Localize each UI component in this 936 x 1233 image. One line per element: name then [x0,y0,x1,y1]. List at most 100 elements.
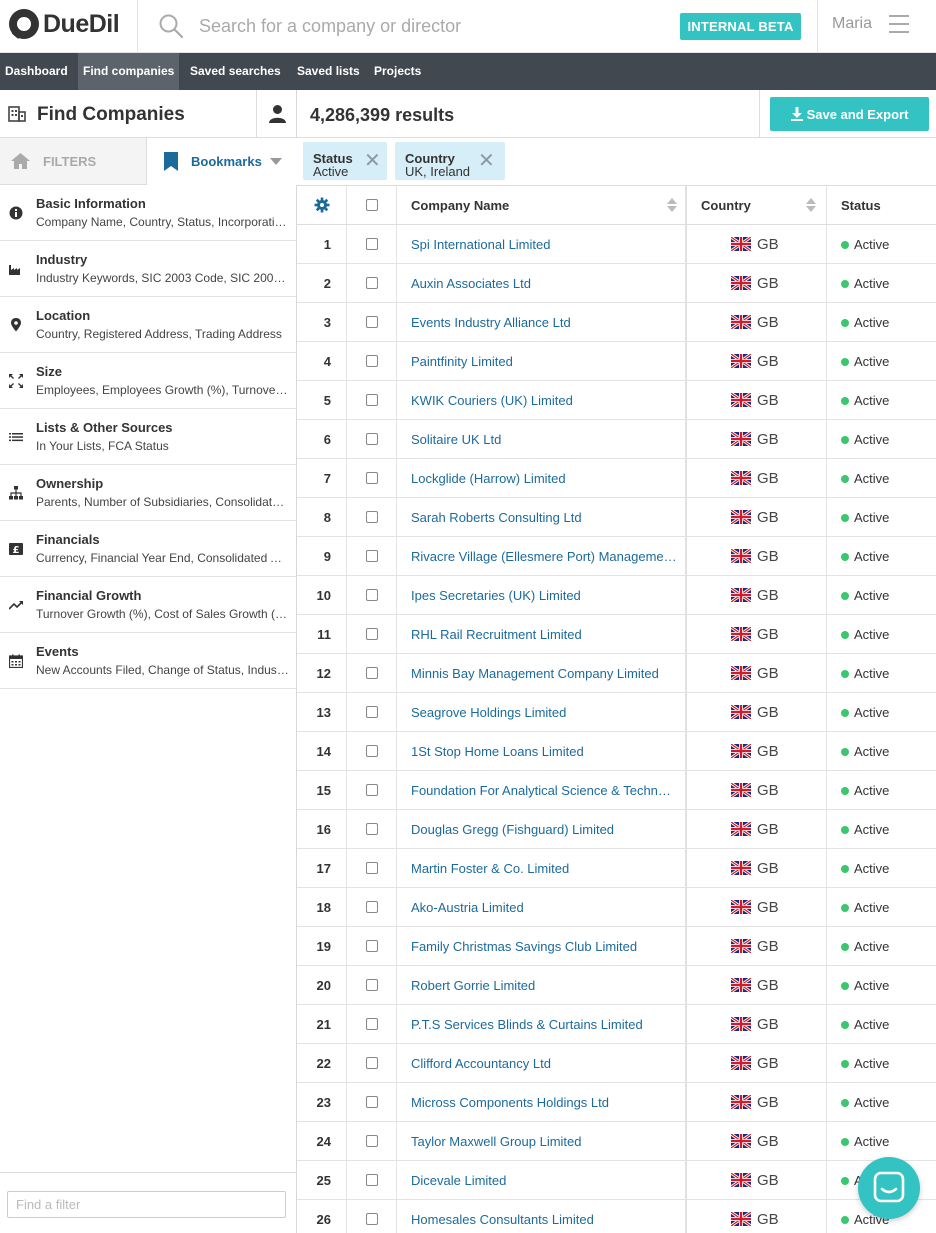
chevron-down-icon[interactable] [270,158,282,165]
filter-category[interactable]: Ownership Parents, Number of Subsidiaries… [0,465,296,521]
table-row[interactable]: 25Dicevale LimitedGBActive [297,1161,936,1200]
status-header[interactable]: Status [827,186,936,224]
filter-category[interactable]: Size Employees, Employees Growth (%), Tur… [0,353,296,409]
table-row[interactable]: 20 Robert Gorrie Limited GB Active [297,966,936,1005]
company-name-link[interactable]: Micross Components Holdings Ltd [411,1095,677,1110]
hamburger-menu-icon[interactable] [889,15,909,33]
company-name-link[interactable]: Douglas Gregg (Fishguard) Limited [411,822,677,837]
row-checkbox[interactable] [366,979,378,991]
row-checkbox[interactable] [366,589,378,601]
row-checkbox[interactable] [366,355,378,367]
table-row[interactable]: 18 Ako-Austria Limited GB Active [297,888,936,927]
company-name-link[interactable]: Solitaire UK Ltd [411,432,677,447]
sort-icon[interactable] [667,197,677,213]
table-row[interactable]: 6 Solitaire UK Ltd GB Active [297,420,936,459]
find-filter-input[interactable] [7,1191,286,1218]
close-icon[interactable]: ✕ [478,151,495,171]
nav-projects[interactable]: Projects [369,53,426,90]
company-name-link[interactable]: Clifford Accountancy Ltd [411,1056,677,1071]
company-name-link[interactable]: Foundation For Analytical Science & Tech… [411,783,677,798]
company-name-link[interactable]: Spi International Limited [411,237,677,252]
row-checkbox[interactable] [366,238,378,250]
row-checkbox[interactable] [366,472,378,484]
user-name[interactable]: Maria [832,15,872,33]
row-checkbox[interactable] [366,745,378,757]
company-name-link[interactable]: Robert Gorrie Limited [411,978,677,993]
nav-dashboard[interactable]: Dashboard [0,53,73,90]
table-row[interactable]: 21 P.T.S Services Blinds & Curtains Limit… [297,1005,936,1044]
row-checkbox[interactable] [366,940,378,952]
company-name-link[interactable]: Ipes Secretaries (UK) Limited [411,588,677,603]
company-name-link[interactable]: Sarah Roberts Consulting Ltd [411,510,677,525]
row-checkbox[interactable] [366,901,378,913]
company-name-link[interactable]: Martin Foster & Co. Limited [411,861,677,876]
row-checkbox[interactable] [366,1096,378,1108]
company-name-link[interactable]: P.T.S Services Blinds & Curtains Limited [411,1017,677,1032]
row-checkbox[interactable] [366,394,378,406]
company-name-header[interactable]: Company Name [397,186,687,224]
row-checkbox[interactable] [366,433,378,445]
row-checkbox[interactable] [366,1213,378,1225]
company-name-link[interactable]: Homesales Consultants Limited [411,1212,677,1227]
row-checkbox[interactable] [366,1135,378,1147]
row-checkbox[interactable] [366,1018,378,1030]
table-row[interactable]: 2 Auxin Associates Ltd GB Active [297,264,936,303]
table-row[interactable]: 19 Family Christmas Savings Club Limited G… [297,927,936,966]
duedil-logo[interactable]: DueDil [9,9,120,39]
table-row[interactable]: 12 Minnis Bay Management Company Limited G… [297,654,936,693]
table-row[interactable]: 3 Events Industry Alliance Ltd GB Active [297,303,936,342]
search-input[interactable] [199,12,639,40]
company-name-link[interactable]: RHL Rail Recruitment Limited [411,627,677,642]
table-row[interactable]: 22 Clifford Accountancy Ltd GB Active [297,1044,936,1083]
company-name-link[interactable]: Family Christmas Savings Club Limited [411,939,677,954]
company-name-link[interactable]: Rivacre Village (Ellesmere Port) Managem… [411,549,677,564]
filter-category[interactable]: Financial Growth Turnover Growth (%), Cos… [0,577,296,633]
row-checkbox[interactable] [366,277,378,289]
nav-saved-searches[interactable]: Saved searches [185,53,286,90]
save-and-export-button[interactable]: Save and Export [770,97,929,131]
row-checkbox[interactable] [366,862,378,874]
table-row[interactable]: 26 Homesales Consultants Limited GB Active [297,1200,936,1233]
company-name-link[interactable]: Paintfinity Limited [411,354,677,369]
filter-category[interactable]: £ Financials Currency, Financial Year End,… [0,521,296,577]
row-checkbox[interactable] [366,628,378,640]
table-row[interactable]: 17 Martin Foster & Co. Limited GB Active [297,849,936,888]
table-row[interactable]: 15 Foundation For Analytical Science & Te… [297,771,936,810]
table-row[interactable]: 5 KWIK Couriers (UK) Limited GB Active [297,381,936,420]
row-checkbox[interactable] [366,316,378,328]
row-checkbox[interactable] [366,1057,378,1069]
company-name-link[interactable]: Ako-Austria Limited [411,900,677,915]
table-row[interactable]: 8 Sarah Roberts Consulting Ltd GB Active [297,498,936,537]
filter-category[interactable]: Industry Industry Keywords, SIC 2003 Code… [0,241,296,297]
company-name-link[interactable]: Lockglide (Harrow) Limited [411,471,677,486]
row-checkbox[interactable] [366,823,378,835]
company-name-link[interactable]: Seagrove Holdings Limited [411,705,677,720]
person-filter-button[interactable] [256,90,297,138]
company-name-link[interactable]: Dicevale Limited [411,1173,677,1188]
table-row[interactable]: 7 Lockglide (Harrow) Limited GB Active [297,459,936,498]
filter-category[interactable]: Basic Information Company Name, Country, … [0,185,296,241]
row-checkbox[interactable] [366,511,378,523]
table-row[interactable]: 1 Spi International Limited GB Active [297,225,936,264]
nav-saved-lists[interactable]: Saved lists [292,53,365,90]
filter-category[interactable]: Lists & Other Sources In Your Lists, FCA … [0,409,296,465]
filter-category[interactable]: Events New Accounts Filed, Change of Stat… [0,633,296,689]
table-row[interactable]: 11 RHL Rail Recruitment Limited GB Active [297,615,936,654]
row-checkbox[interactable] [366,667,378,679]
gear-icon[interactable] [314,197,330,213]
sort-icon[interactable] [806,197,816,213]
filter-chip-country[interactable]: Country UK, Ireland ✕ [395,142,505,180]
table-row[interactable]: 4 Paintfinity Limited GB Active [297,342,936,381]
nav-find-companies[interactable]: Find companies [78,53,180,90]
filter-chip-status[interactable]: Status Active ✕ [303,142,387,180]
table-row[interactable]: 24 Taylor Maxwell Group Limited GB Active [297,1122,936,1161]
table-row[interactable]: 13 Seagrove Holdings Limited GB Active [297,693,936,732]
filter-category[interactable]: Location Country, Registered Address, Tra… [0,297,296,353]
row-checkbox[interactable] [366,1174,378,1186]
tab-filters[interactable]: FILTERS [0,138,147,184]
row-checkbox[interactable] [366,784,378,796]
table-row[interactable]: 10 Ipes Secretaries (UK) Limited GB Active [297,576,936,615]
close-icon[interactable]: ✕ [364,151,381,171]
table-row[interactable]: 23 Micross Components Holdings Ltd GB Activ… [297,1083,936,1122]
internal-beta-badge[interactable]: INTERNAL BETA [680,13,801,40]
